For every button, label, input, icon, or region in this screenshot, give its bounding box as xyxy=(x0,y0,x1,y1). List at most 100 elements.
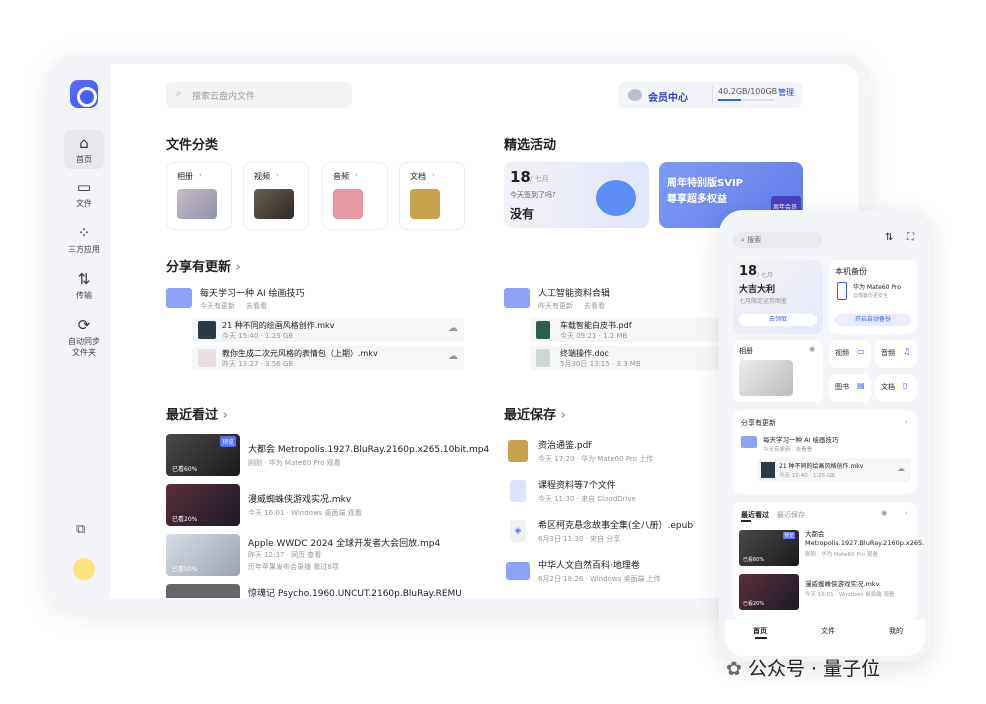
item-meta: 刚刚 · 华为 Mate60 Pro 观看 xyxy=(805,552,878,558)
day-number: 18 xyxy=(739,264,758,279)
nav-files[interactable]: 文件 xyxy=(821,626,835,636)
item-name: 惊魂记 Psycho.1960.UNCUT.2160p.BluRay.REMU xyxy=(248,589,462,598)
item-extra[interactable]: 历年苹果发布会录播 看过8项 xyxy=(248,562,339,572)
enable-backup-button[interactable]: 开启自动备份 xyxy=(835,314,911,326)
sidebar-item-label: 三方应用 xyxy=(68,245,100,254)
item-name: 课程资料等7个文件 xyxy=(538,481,616,491)
phone-bottom-nav: 首页 文件 我的 xyxy=(725,620,925,656)
cloud-save-icon[interactable]: ☁ xyxy=(448,323,458,334)
file-thumb xyxy=(198,349,216,367)
music-icon: ♫ xyxy=(903,347,911,356)
share-title[interactable]: 分享有更新 › xyxy=(166,256,241,275)
month-label: / 七月 xyxy=(757,272,773,279)
recent-save-title[interactable]: 最近保存 › xyxy=(504,404,566,423)
sidebar-item-files[interactable]: ▭ 文件 xyxy=(58,178,110,209)
devices-icon[interactable]: ⧉ xyxy=(76,522,85,537)
list-item[interactable]: 预览 已看60% 大都会 Metropolis.1927.BluRay.2160p.… xyxy=(166,434,496,476)
category-label: 相册 xyxy=(177,172,193,181)
list-item[interactable]: 已看20% 漫威蜘蛛侠游戏实况.mkv 今天 16:01 · Windows 桌面端… xyxy=(739,574,911,612)
go-look-link[interactable]: 去看看 xyxy=(246,301,267,311)
shared-folder-icon xyxy=(504,288,530,308)
manage-link[interactable]: 管理 xyxy=(778,87,794,98)
checkin-card[interactable]: 18 / 七月 今天签到了吗? 没有 xyxy=(504,162,649,228)
divider xyxy=(712,86,713,104)
files-icon xyxy=(510,480,526,502)
share-group-name[interactable]: 人工智能资料合辑 xyxy=(538,286,610,299)
shared-folder-icon xyxy=(166,288,192,308)
banner-subtitle: 尊享超多权益 xyxy=(667,194,727,205)
share-title[interactable]: 分享有更新 xyxy=(741,418,776,428)
scan-icon[interactable]: ⛶ xyxy=(907,232,914,243)
share-group-name[interactable]: 每天学习一种 AI 绘画技巧 xyxy=(763,434,839,444)
claim-button[interactable]: 去领取 xyxy=(739,314,817,326)
file-meta: 5月30日 13:15 · 3.3 MB xyxy=(560,360,641,368)
list-item[interactable]: 中华人文自然百科·地理卷 6月2日 18:26 · Windows 桌面端 上传 xyxy=(504,558,734,588)
month-label: / 七月 xyxy=(530,175,549,183)
fortune-sub: 七月限定运势图鉴 xyxy=(739,298,788,305)
category-audio[interactable]: 音频 › xyxy=(322,162,388,230)
phone-fortune-card[interactable]: 18 / 七月 大吉大利 七月限定运势图鉴 去领取 xyxy=(733,260,823,334)
pdf-icon xyxy=(508,440,528,462)
cloud-save-icon[interactable]: ☁ xyxy=(448,351,458,362)
fortune-title: 大吉大利 xyxy=(739,285,776,295)
chevron-right-icon: › xyxy=(355,171,358,179)
category-album[interactable]: 相册 › xyxy=(166,162,232,230)
section-title: 文件分类 xyxy=(166,138,219,153)
sidebar-item-transfer[interactable]: ⇅ 传输 xyxy=(58,270,110,301)
share-file-row[interactable]: 21 种不同的绘画风格创作.mkv 今天 15:40 · 1.25 GB ☁ xyxy=(757,458,911,482)
day-number: 18 xyxy=(510,168,531,186)
album-label: 相册 xyxy=(739,347,753,355)
recent-watch-list: 预览 已看60% 大都会 Metropolis.1927.BluRay.2160p.… xyxy=(166,434,496,598)
banner-title: 周年特别版SVIP xyxy=(667,178,743,189)
phone-album-card[interactable]: 相册 ◉ xyxy=(733,340,823,402)
phone-video-tile[interactable]: 视频 ▭ xyxy=(829,340,871,368)
vip-center-link[interactable]: 会员中心 xyxy=(648,89,688,104)
list-item[interactable]: 已看20% 漫威蜘蛛侠游戏实况.mkv 今天 16:01 · Windows 桌面端… xyxy=(166,484,496,526)
recent-watch-title[interactable]: 最近看过 › xyxy=(166,404,228,423)
file-thumb xyxy=(198,321,216,339)
phone-audio-tile[interactable]: 音频 ♫ xyxy=(875,340,917,368)
sidebar-item-home[interactable]: ⌂ 首页 xyxy=(64,130,104,169)
sidebar-item-label: 首页 xyxy=(76,155,92,164)
share-file-row[interactable]: 教你生成二次元风格的表情包（上期）.mkv 昨天 13:27 · 3.56 GB ☁ xyxy=(192,346,464,370)
phone-books-tile[interactable]: 图书 ▤ xyxy=(829,374,871,402)
category-docs[interactable]: 文档 › xyxy=(399,162,465,230)
vip-icon xyxy=(628,89,642,101)
sidebar-item-apps[interactable]: ⁘ 三方应用 xyxy=(58,224,110,255)
phone-docs-tile[interactable]: 文档 ▯ xyxy=(875,374,917,402)
wechat-icon: ✿ xyxy=(726,658,742,680)
sidebar-item-sync[interactable]: ⟳ 自动同步 文件夹 xyxy=(58,316,110,358)
eye-icon[interactable]: ◉ xyxy=(881,509,887,517)
list-item[interactable]: ◈ 希区柯克悬念故事全集(全八册）.epub 6月3日 11:30 · 来自 分享 xyxy=(504,518,734,548)
list-item[interactable]: 预览 已看60% 大都会 Metropolis.1927.BluRay.2160p.… xyxy=(739,530,925,568)
avatar[interactable] xyxy=(73,558,95,580)
tile-label: 音频 xyxy=(881,349,895,357)
share-file-row[interactable]: 21 种不同的绘画风格创作.mkv 今天 15:40 · 1.25 GB ☁ xyxy=(192,318,464,342)
go-look-link[interactable]: 去看看 xyxy=(584,301,605,311)
audio-thumb xyxy=(333,189,363,219)
home-icon: ⌂ xyxy=(79,134,89,152)
chevron-right-icon: › xyxy=(905,418,908,426)
category-video[interactable]: 视频 › xyxy=(243,162,309,230)
file-meta: 今天 15:40 · 1.25 GB xyxy=(222,332,294,340)
list-item[interactable]: 惊魂记 Psycho.1960.UNCUT.2160p.BluRay.REMU xyxy=(166,584,496,598)
nav-mine[interactable]: 我的 xyxy=(889,626,903,636)
list-item[interactable]: 资治通鉴.pdf 今天 17:20 · 华为 Mate60 Pro 上传 xyxy=(504,438,734,468)
tab-recent-watch[interactable]: 最近看过 xyxy=(741,510,769,520)
album-thumb xyxy=(177,189,217,219)
transfer-icon[interactable]: ⇅ xyxy=(885,232,893,243)
tab-recent-save[interactable]: 最近保存 xyxy=(777,510,805,520)
video-thumb xyxy=(166,584,240,598)
share-group-meta: 昨天有更新 xyxy=(538,302,573,310)
file-thumb xyxy=(536,321,550,339)
phone-search-input[interactable]: ⌕ 搜索 xyxy=(733,232,823,248)
storage-bar xyxy=(718,99,774,101)
backup-sub: 云端备份更安全 xyxy=(853,293,889,299)
share-group-name[interactable]: 每天学习一种 AI 绘画技巧 xyxy=(200,286,305,299)
item-name: 大都会 Metropolis.1927.BluRay.2160p.x265.10… xyxy=(805,530,925,547)
list-item[interactable]: 课程资料等7个文件 今天 11:30 · 来自 CloudDrive xyxy=(504,478,734,508)
list-item[interactable]: 已看50% Apple WWDC 2024 全球开发者大会回放.mp4 昨天 12:… xyxy=(166,534,496,576)
cloud-save-icon[interactable]: ☁ xyxy=(897,464,905,473)
nav-home[interactable]: 首页 xyxy=(753,626,767,636)
search-input[interactable]: ⌕ 搜索云盘内文件 xyxy=(166,82,352,108)
